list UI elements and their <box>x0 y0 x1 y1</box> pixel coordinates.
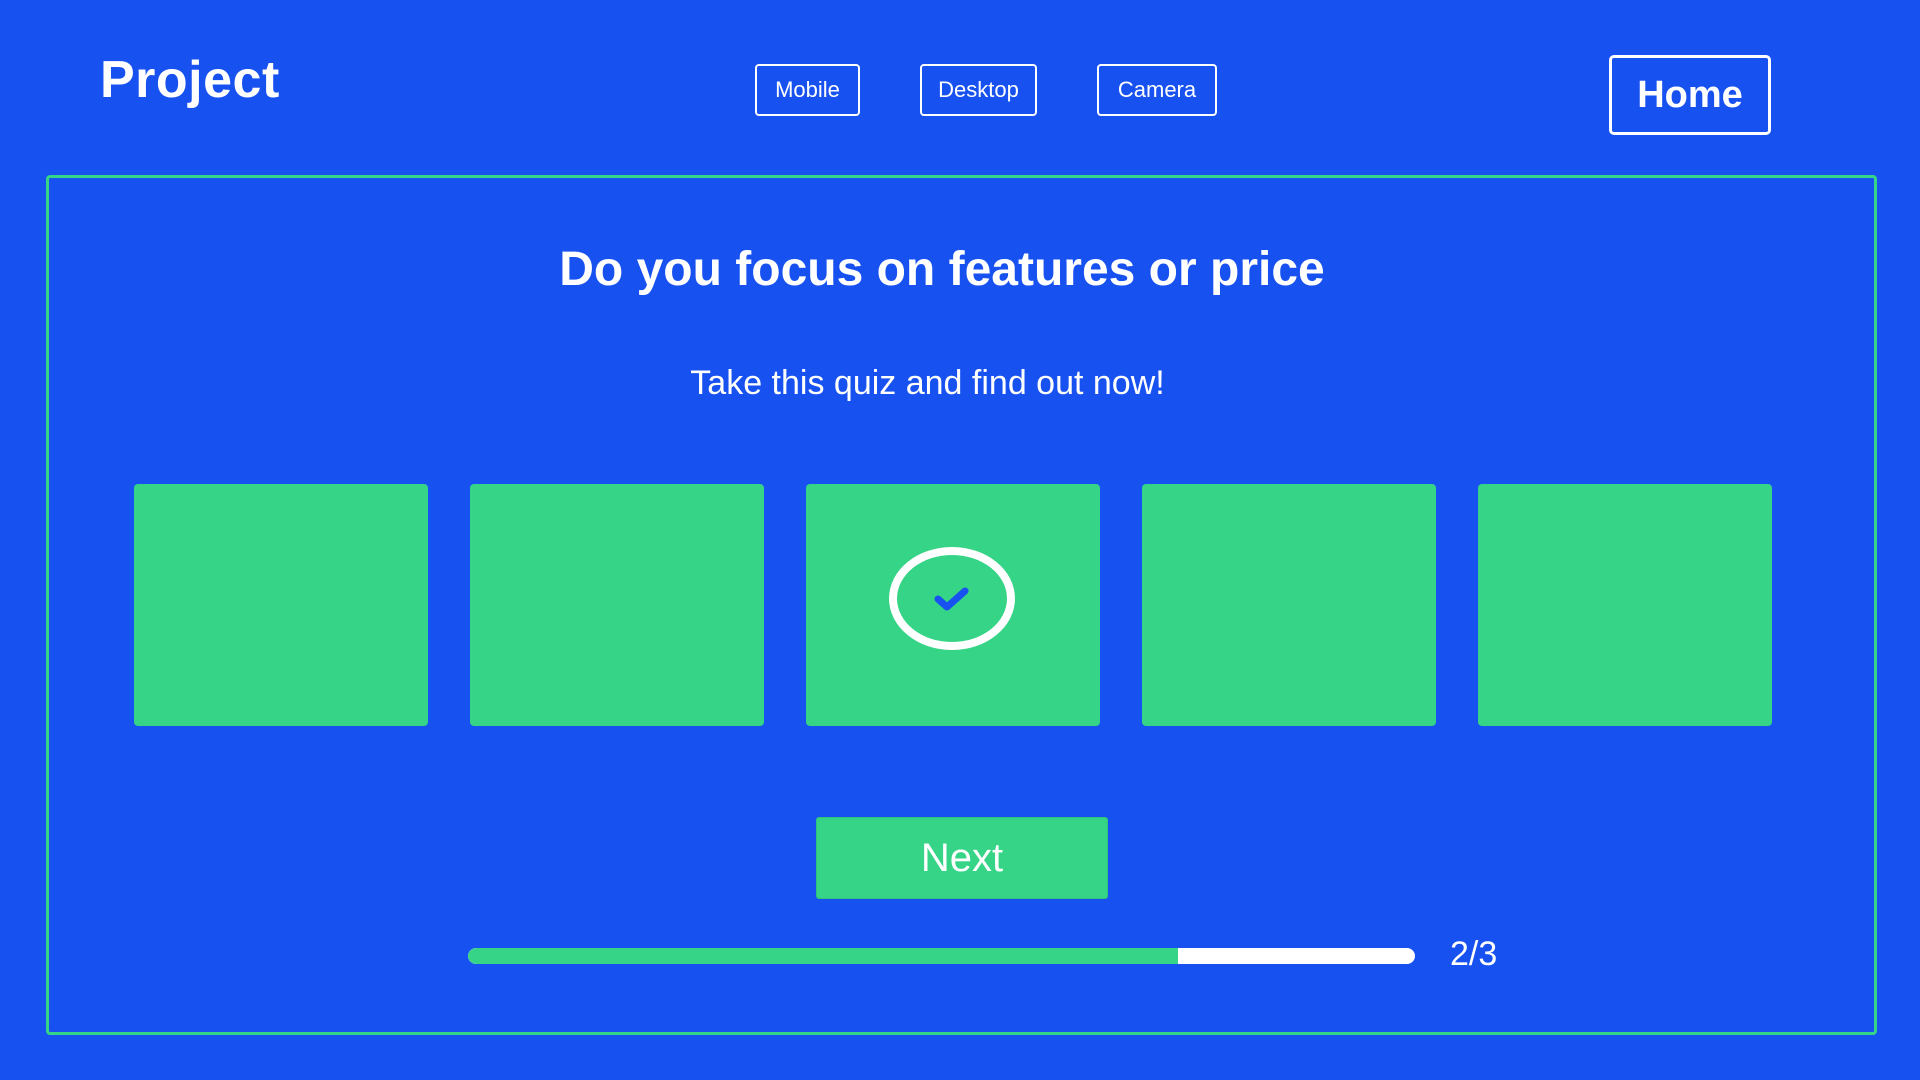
answer-options <box>134 484 1778 726</box>
answer-option-5[interactable] <box>1478 484 1772 726</box>
nav-desktop-button[interactable]: Desktop <box>920 64 1037 116</box>
nav-camera-button[interactable]: Camera <box>1097 64 1217 116</box>
home-button[interactable]: Home <box>1609 55 1771 135</box>
app-logo[interactable]: Project <box>100 50 280 110</box>
quiz-subtitle: Take this quiz and find out now! <box>690 364 1165 402</box>
progress-bar <box>468 948 1415 964</box>
answer-option-4[interactable] <box>1142 484 1436 726</box>
quiz-panel: Do you focus on features or price Take t… <box>46 175 1877 1035</box>
selected-check-icon <box>889 547 1015 650</box>
checkmark-icon <box>934 587 969 610</box>
answer-option-3[interactable] <box>806 484 1100 726</box>
answer-option-1[interactable] <box>134 484 428 726</box>
answer-option-2[interactable] <box>470 484 764 726</box>
nav-mobile-button[interactable]: Mobile <box>755 64 860 116</box>
progress-bar-fill <box>468 948 1179 964</box>
progress-label: 2/3 <box>1450 935 1498 973</box>
next-button[interactable]: Next <box>816 817 1108 899</box>
quiz-title: Do you focus on features or price <box>559 243 1325 296</box>
